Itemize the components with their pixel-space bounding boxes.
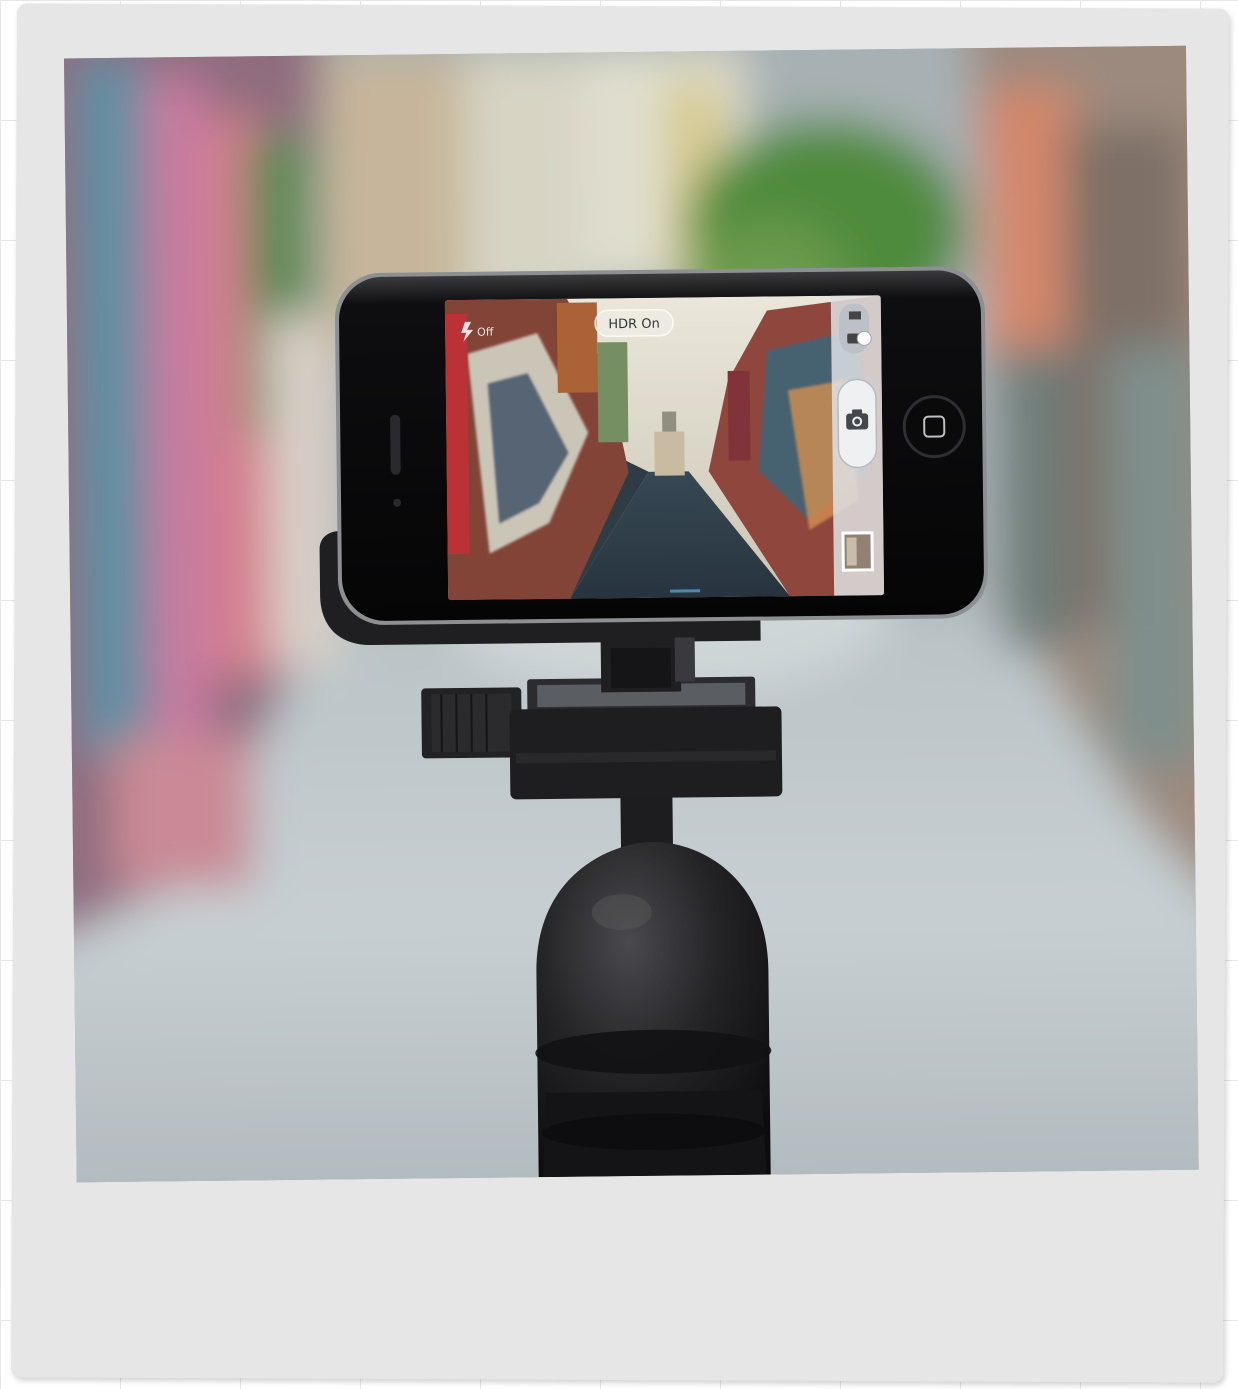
screen-glare <box>444 295 885 601</box>
home-button[interactable] <box>902 395 966 459</box>
photo: HDR On Off <box>64 45 1199 1183</box>
speaker-grille <box>390 414 401 475</box>
photo-scene: HDR On Off <box>64 45 1199 1183</box>
polaroid-frame: HDR On Off <box>11 3 1229 1383</box>
